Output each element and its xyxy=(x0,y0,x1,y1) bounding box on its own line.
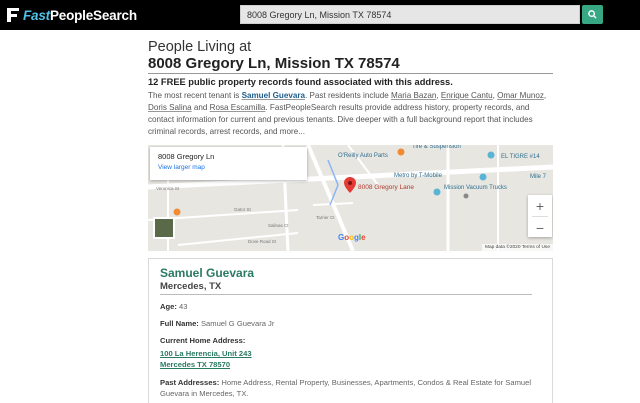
top-nav-bar: FastPeopleSearch 8008 Gregory Ln, Missio… xyxy=(0,0,640,30)
map-street-label: Gator St xyxy=(234,207,251,212)
title-divider xyxy=(148,73,553,74)
map-zoom-controls: + − xyxy=(528,195,552,237)
fullname-value: Samuel G Guevara Jr xyxy=(200,319,275,328)
map-place-label: O'Reilly Auto Parts xyxy=(338,153,388,159)
description: The most recent tenant is Samuel Guevara… xyxy=(148,91,547,136)
logo-text: FastPeopleSearch xyxy=(23,8,137,23)
intro-label: People Living at xyxy=(148,39,252,55)
search-input[interactable]: 8008 Gregory Ln, Mission TX 78574 xyxy=(240,5,580,24)
map-pin-label: 8008 Gregory Lane xyxy=(358,184,415,191)
resident-link[interactable]: Rosa Escamilla xyxy=(210,103,266,112)
card-divider xyxy=(160,294,532,295)
map-street-label: Tarrier Ct xyxy=(316,215,335,220)
map-place-label: Tire & Suspension xyxy=(412,145,461,150)
map-street-label: Veronica St xyxy=(156,186,180,191)
records-count: 12 FREE public property records found as… xyxy=(148,77,453,87)
logo-icon xyxy=(7,8,19,22)
past-label: Past Addresses: xyxy=(160,378,220,387)
map-street-label: Dove Road St xyxy=(248,239,277,244)
google-logo: Google xyxy=(338,233,366,242)
view-larger-map-link[interactable]: View larger map xyxy=(158,164,299,171)
age-value: 43 xyxy=(179,302,188,311)
age-label: Age: xyxy=(160,302,177,311)
map-place-label: EL TIGRE #14 xyxy=(501,154,540,160)
map-pin-icon[interactable] xyxy=(344,177,356,193)
desc-text-3: . FastPeopleSearch results provide addre… xyxy=(148,103,533,136)
map-place-label: Metro by T-Mobile xyxy=(394,173,442,179)
desc-text-1: The most recent tenant is xyxy=(148,91,242,100)
home-address-line2[interactable]: Mercedes TX 78570 xyxy=(160,360,230,369)
resident-link[interactable]: Maria Bazan xyxy=(391,91,436,100)
map-place-label: Mission Vacuum Trucks xyxy=(444,185,507,191)
search-button[interactable] xyxy=(582,5,603,24)
fullname-label: Full Name: xyxy=(160,319,199,328)
fullname-row: Full Name: Samuel G Guevara Jr xyxy=(160,319,274,328)
map-place-label: Mile 7 xyxy=(530,174,547,180)
person-location: Mercedes, TX xyxy=(160,281,222,292)
age-row: Age: 43 xyxy=(160,302,187,311)
person-card: Samuel Guevara Mercedes, TX Age: 43 Full… xyxy=(148,258,553,403)
home-address-line1[interactable]: 100 La Herencia, Unit 243 xyxy=(160,349,252,358)
tenant-link[interactable]: Samuel Guevara xyxy=(242,91,305,100)
map-info-card: 8008 Gregory Ln View larger map xyxy=(150,147,307,180)
satellite-toggle[interactable] xyxy=(153,217,175,239)
logo-suffix: PeopleSearch xyxy=(49,7,137,23)
person-name[interactable]: Samuel Guevara xyxy=(160,266,254,280)
logo-prefix: Fast xyxy=(23,7,50,23)
zoom-in-button[interactable]: + xyxy=(528,195,552,216)
search-icon xyxy=(588,10,597,19)
resident-link[interactable]: Omar Munoz xyxy=(497,91,544,100)
zoom-out-button[interactable]: − xyxy=(528,217,552,238)
map-street-label: Salinas Ct xyxy=(268,223,289,228)
resident-link[interactable]: Enrique Cantu xyxy=(441,91,493,100)
desc-text-2: . Past residents include xyxy=(305,91,391,100)
resident-link[interactable]: Doris Salina xyxy=(148,103,192,112)
site-logo[interactable]: FastPeopleSearch xyxy=(6,6,137,24)
map-card-address: 8008 Gregory Ln xyxy=(158,152,215,161)
embedded-map[interactable]: 8008 Gregory Ln View larger map 8008 Gre… xyxy=(148,145,553,251)
page-title: 8008 Gregory Ln, Mission TX 78574 xyxy=(148,55,400,72)
past-addresses-row: Past Addresses: Home Address, Rental Pro… xyxy=(160,377,540,399)
map-footer[interactable]: Map data ©2020 Terms of Use xyxy=(481,244,553,251)
home-address-label: Current Home Address: xyxy=(160,336,246,345)
